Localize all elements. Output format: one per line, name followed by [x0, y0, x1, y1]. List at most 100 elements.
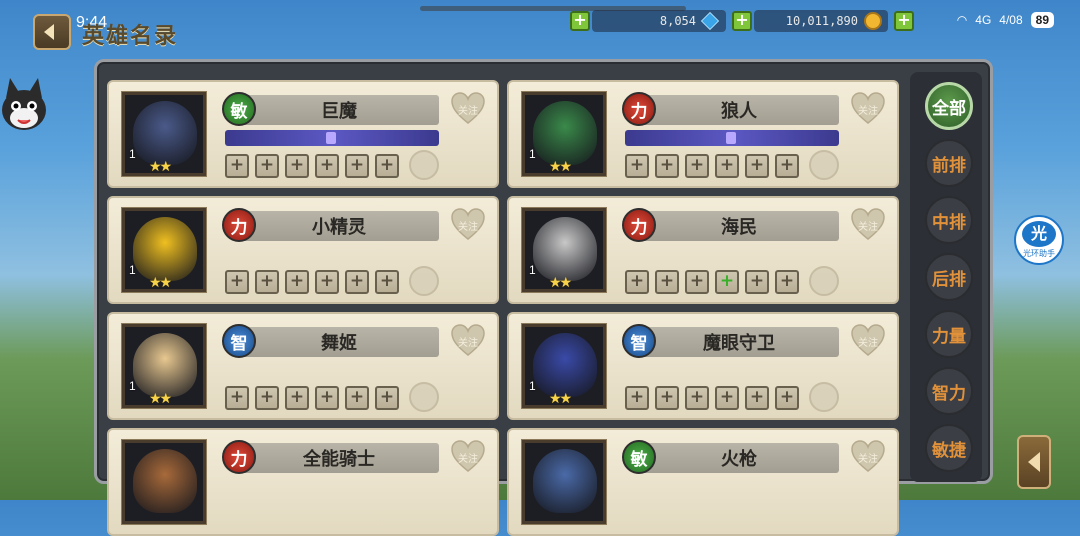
follow-button[interactable]: 关注 [850, 324, 886, 358]
hero-card[interactable]: 火枪敏 关注 [507, 428, 899, 536]
equipment-slot[interactable]: + [345, 386, 369, 410]
collapse-button[interactable] [1017, 435, 1051, 489]
hero-portrait[interactable]: 1 ★★ [522, 208, 606, 292]
equipment-slot[interactable]: + [715, 386, 739, 410]
equipment-slot[interactable]: + [715, 270, 739, 294]
equipment-slot[interactable]: + [285, 154, 309, 178]
equipment-slot[interactable]: + [315, 154, 339, 178]
equipment-slot[interactable]: + [225, 386, 249, 410]
equipment-slot[interactable]: + [775, 154, 799, 178]
follow-label: 关注 [858, 338, 878, 349]
cat-mascot-icon[interactable] [0, 68, 52, 138]
follow-button[interactable]: 关注 [450, 440, 486, 474]
hero-card[interactable]: 1 ★★ 小精灵力 + + + + + + 关注 [107, 196, 499, 304]
equipment-slots: + + + + + + [625, 270, 799, 294]
equipment-slot[interactable]: + [315, 270, 339, 294]
follow-button[interactable]: 关注 [850, 92, 886, 126]
equipment-slot[interactable]: + [255, 154, 279, 178]
star-upgrade-icon[interactable] [409, 150, 439, 180]
hero-name: 火枪 [639, 443, 839, 473]
equipment-slot[interactable]: + [655, 154, 679, 178]
equipment-slot[interactable]: + [685, 270, 709, 294]
hero-card[interactable]: 1 ★★ 巨魔敏 + + + + + + 关注 [107, 80, 499, 188]
add-resource-button[interactable]: + [894, 11, 914, 31]
coin-icon [864, 12, 882, 30]
equipment-slot[interactable]: + [375, 154, 399, 178]
star-upgrade-icon[interactable] [809, 150, 839, 180]
follow-label: 关注 [858, 454, 878, 465]
equipment-slot[interactable]: + [715, 154, 739, 178]
hero-portrait[interactable] [522, 440, 606, 524]
follow-button[interactable]: 关注 [450, 92, 486, 126]
follow-button[interactable]: 关注 [850, 208, 886, 242]
equipment-slot[interactable]: + [285, 386, 309, 410]
follow-button[interactable]: 关注 [850, 440, 886, 474]
hero-stars: ★★ [149, 275, 172, 291]
equipment-slot[interactable]: + [745, 386, 769, 410]
assistant-label: 光环助手 [1023, 249, 1055, 258]
filter-button[interactable]: 后排 [925, 253, 973, 301]
equipment-slot[interactable]: + [775, 386, 799, 410]
hero-class-badge: 力 [622, 208, 656, 242]
hero-class-badge: 力 [222, 440, 256, 474]
equipment-slot[interactable]: + [345, 270, 369, 294]
hero-class-badge: 力 [222, 208, 256, 242]
equipment-slot[interactable]: + [255, 270, 279, 294]
follow-button[interactable]: 关注 [450, 208, 486, 242]
equipment-slot[interactable]: + [625, 386, 649, 410]
filter-button[interactable]: 敏捷 [925, 424, 973, 472]
hero-card[interactable]: 1 ★★ 狼人力 + + + + + + 关注 [507, 80, 899, 188]
equipment-slot[interactable]: + [255, 386, 279, 410]
star-upgrade-icon[interactable] [809, 382, 839, 412]
follow-button[interactable]: 关注 [450, 324, 486, 358]
equipment-slot[interactable]: + [685, 154, 709, 178]
follow-label: 关注 [458, 222, 478, 233]
diamond-value: 8,054 [659, 14, 696, 28]
hero-level: 1 [529, 379, 536, 393]
star-upgrade-icon[interactable] [409, 382, 439, 412]
filter-button[interactable]: 中排 [925, 196, 973, 244]
assistant-widget[interactable]: 光 光环助手 [1014, 215, 1064, 265]
add-diamond-button[interactable]: + [570, 11, 590, 31]
hero-art [533, 217, 597, 281]
hero-card[interactable]: 1 ★★ 海民力 + + + + + + 关注 [507, 196, 899, 304]
equipment-slot[interactable]: + [345, 154, 369, 178]
equipment-slot[interactable]: + [285, 270, 309, 294]
filter-button[interactable]: 力量 [925, 310, 973, 358]
equipment-slot[interactable]: + [685, 386, 709, 410]
equipment-slot[interactable]: + [375, 270, 399, 294]
equipment-slot[interactable]: + [655, 386, 679, 410]
filter-button[interactable]: 智力 [925, 367, 973, 415]
filter-button[interactable]: 前排 [925, 139, 973, 187]
hero-portrait[interactable]: 1 ★★ [122, 324, 206, 408]
equipment-slot[interactable]: + [375, 386, 399, 410]
equipment-slot[interactable]: + [625, 270, 649, 294]
gold-value: 10,011,890 [785, 14, 858, 28]
equipment-slot[interactable]: + [655, 270, 679, 294]
equipment-slot[interactable]: + [745, 154, 769, 178]
hero-portrait[interactable] [122, 440, 206, 524]
star-upgrade-icon[interactable] [809, 266, 839, 296]
equipment-slots: + + + + + + [225, 386, 399, 410]
equipment-slot[interactable]: + [225, 270, 249, 294]
equipment-slot[interactable]: + [315, 386, 339, 410]
equipment-slot[interactable]: + [745, 270, 769, 294]
hero-portrait[interactable]: 1 ★★ [522, 324, 606, 408]
hero-art [133, 101, 197, 165]
add-gold-button[interactable]: + [732, 11, 752, 31]
hero-portrait[interactable]: 1 ★★ [122, 208, 206, 292]
star-upgrade-icon[interactable] [409, 266, 439, 296]
filter-button[interactable]: 全部 [925, 82, 973, 130]
hero-name: 狼人 [639, 95, 839, 125]
equipment-slot[interactable]: + [775, 270, 799, 294]
hero-card[interactable]: 全能骑士力 关注 [107, 428, 499, 536]
hero-portrait[interactable]: 1 ★★ [522, 92, 606, 176]
hero-card[interactable]: 1 ★★ 舞姬智 + + + + + + 关注 [107, 312, 499, 420]
back-arrow-icon [44, 24, 54, 40]
equipment-slot[interactable]: + [225, 154, 249, 178]
hero-portrait[interactable]: 1 ★★ [122, 92, 206, 176]
hero-card[interactable]: 1 ★★ 魔眼守卫智 + + + + + + 关注 [507, 312, 899, 420]
hero-level: 1 [129, 147, 136, 161]
back-button[interactable] [33, 14, 71, 50]
equipment-slot[interactable]: + [625, 154, 649, 178]
